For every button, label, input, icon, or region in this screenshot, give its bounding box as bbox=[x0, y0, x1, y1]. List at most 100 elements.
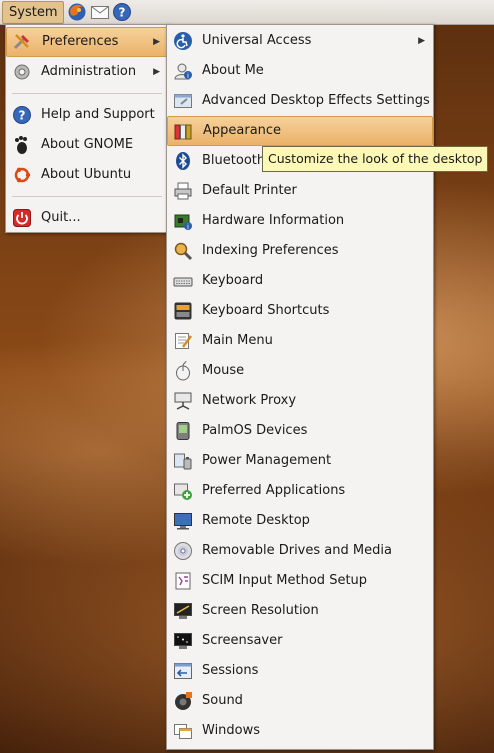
menu-item-label: Mouse bbox=[202, 363, 245, 378]
about-me-icon: i bbox=[173, 61, 193, 81]
sessions-icon bbox=[173, 661, 193, 681]
scim-icon bbox=[173, 571, 193, 591]
menu-item-label: Help and Support bbox=[41, 107, 155, 122]
keyboard-icon bbox=[173, 271, 193, 291]
menu-item-label: Bluetooth bbox=[202, 153, 266, 168]
menu-item-about-ubuntu[interactable]: About Ubuntu bbox=[6, 160, 168, 190]
menu-item-label: Appearance bbox=[203, 123, 282, 138]
screensaver-icon bbox=[173, 631, 193, 651]
menu-item-label: Keyboard bbox=[202, 273, 264, 288]
menu-item-preferences[interactable]: Preferences ▶ bbox=[6, 27, 168, 57]
system-menu: Preferences ▶ Administration ▶ ? Help an… bbox=[5, 24, 169, 233]
firefox-icon[interactable] bbox=[67, 2, 87, 22]
menu-item-screen-resolution[interactable]: Screen Resolution bbox=[167, 596, 433, 626]
menu-item-quit[interactable]: Quit... bbox=[6, 203, 168, 233]
bluetooth-icon bbox=[173, 151, 193, 171]
mouse-icon bbox=[173, 361, 193, 381]
menu-item-label: About Me bbox=[202, 63, 264, 78]
palm-icon bbox=[173, 421, 193, 441]
power-icon bbox=[173, 451, 193, 471]
hardware-icon: i bbox=[173, 211, 193, 231]
menu-item-removable-drives[interactable]: Removable Drives and Media bbox=[167, 536, 433, 566]
menu-item-advanced-desktop-effects[interactable]: Advanced Desktop Effects Settings bbox=[167, 86, 433, 116]
menu-item-scim-input-method[interactable]: SCIM Input Method Setup bbox=[167, 566, 433, 596]
menu-separator bbox=[12, 93, 162, 94]
menu-item-keyboard-shortcuts[interactable]: Keyboard Shortcuts bbox=[167, 296, 433, 326]
menu-item-label: Sessions bbox=[202, 663, 259, 678]
menu-item-keyboard[interactable]: Keyboard bbox=[167, 266, 433, 296]
menu-item-label: Default Printer bbox=[202, 183, 297, 198]
menu-item-windows[interactable]: Windows bbox=[167, 716, 433, 746]
preferred-apps-icon bbox=[173, 481, 193, 501]
menu-item-help-and-support[interactable]: ? Help and Support bbox=[6, 100, 168, 130]
menu-item-label: About GNOME bbox=[41, 137, 134, 152]
menu-item-label: SCIM Input Method Setup bbox=[202, 573, 368, 588]
menu-item-label: Keyboard Shortcuts bbox=[202, 303, 330, 318]
menu-item-appearance[interactable]: Appearance bbox=[167, 116, 433, 146]
menu-item-label: Power Management bbox=[202, 453, 332, 468]
menu-item-sound[interactable]: Sound bbox=[167, 686, 433, 716]
menu-item-about-me[interactable]: i About Me bbox=[167, 56, 433, 86]
menu-item-label: Main Menu bbox=[202, 333, 273, 348]
menu-item-label: Quit... bbox=[41, 210, 81, 225]
mail-icon[interactable] bbox=[90, 2, 110, 22]
menu-item-sessions[interactable]: Sessions bbox=[167, 656, 433, 686]
preferences-submenu: Universal Access ▶ i About Me Advanced D… bbox=[166, 24, 434, 750]
printer-icon bbox=[173, 181, 193, 201]
svg-text:?: ? bbox=[119, 6, 126, 20]
menu-item-label: Preferences bbox=[42, 34, 119, 49]
menu-item-label: Network Proxy bbox=[202, 393, 297, 408]
menu-item-remote-desktop[interactable]: Remote Desktop bbox=[167, 506, 433, 536]
preferences-icon bbox=[12, 32, 32, 52]
menu-item-indexing-preferences[interactable]: Indexing Preferences bbox=[167, 236, 433, 266]
menu-item-label: Universal Access bbox=[202, 33, 312, 48]
help-icon[interactable]: ? bbox=[112, 2, 132, 22]
gnome-icon bbox=[12, 135, 32, 155]
submenu-arrow-icon: ▶ bbox=[153, 37, 160, 47]
menu-item-about-gnome[interactable]: About GNOME bbox=[6, 130, 168, 160]
windows-icon bbox=[173, 721, 193, 741]
sound-icon bbox=[173, 691, 193, 711]
appearance-icon bbox=[173, 121, 193, 141]
submenu-arrow-icon: ▶ bbox=[153, 67, 160, 77]
menu-item-label: Indexing Preferences bbox=[202, 243, 339, 258]
administration-icon bbox=[12, 62, 32, 82]
svg-text:?: ? bbox=[19, 109, 26, 123]
menu-item-label: Preferred Applications bbox=[202, 483, 346, 498]
menu-item-label: Windows bbox=[202, 723, 261, 738]
network-proxy-icon bbox=[173, 391, 193, 411]
menu-item-preferred-applications[interactable]: Preferred Applications bbox=[167, 476, 433, 506]
menu-item-main-menu[interactable]: Main Menu bbox=[167, 326, 433, 356]
removable-media-icon bbox=[173, 541, 193, 561]
menu-item-label: Remote Desktop bbox=[202, 513, 310, 528]
menu-item-network-proxy[interactable]: Network Proxy bbox=[167, 386, 433, 416]
menu-item-palmos-devices[interactable]: PalmOS Devices bbox=[167, 416, 433, 446]
menu-separator bbox=[12, 196, 162, 197]
menu-item-label: Advanced Desktop Effects Settings bbox=[202, 93, 430, 108]
screen-resolution-icon bbox=[173, 601, 193, 621]
menu-item-default-printer[interactable]: Default Printer bbox=[167, 176, 433, 206]
menu-item-label: Screen Resolution bbox=[202, 603, 319, 618]
svg-text:i: i bbox=[187, 72, 189, 80]
submenu-arrow-icon: ▶ bbox=[418, 36, 425, 46]
tooltip: Customize the look of the desktop bbox=[262, 146, 489, 172]
indexing-icon bbox=[173, 241, 193, 261]
menu-item-label: About Ubuntu bbox=[41, 167, 132, 182]
menu-item-power-management[interactable]: Power Management bbox=[167, 446, 433, 476]
remote-desktop-icon bbox=[173, 511, 193, 531]
menu-item-hardware-information[interactable]: i Hardware Information bbox=[167, 206, 433, 236]
accessibility-icon bbox=[173, 31, 193, 51]
ubuntu-icon bbox=[12, 165, 32, 185]
menu-item-label: PalmOS Devices bbox=[202, 423, 308, 438]
system-menu-button[interactable]: System bbox=[2, 1, 65, 24]
menu-item-label: Removable Drives and Media bbox=[202, 543, 392, 558]
menu-item-administration[interactable]: Administration ▶ bbox=[6, 57, 168, 87]
menu-item-screensaver[interactable]: Screensaver bbox=[167, 626, 433, 656]
top-panel: System ? bbox=[0, 0, 494, 25]
menu-item-label: Hardware Information bbox=[202, 213, 345, 228]
menu-item-universal-access[interactable]: Universal Access ▶ bbox=[167, 26, 433, 56]
menu-item-mouse[interactable]: Mouse bbox=[167, 356, 433, 386]
help-icon: ? bbox=[12, 105, 32, 125]
svg-text:i: i bbox=[187, 223, 189, 231]
quit-icon bbox=[12, 208, 32, 228]
